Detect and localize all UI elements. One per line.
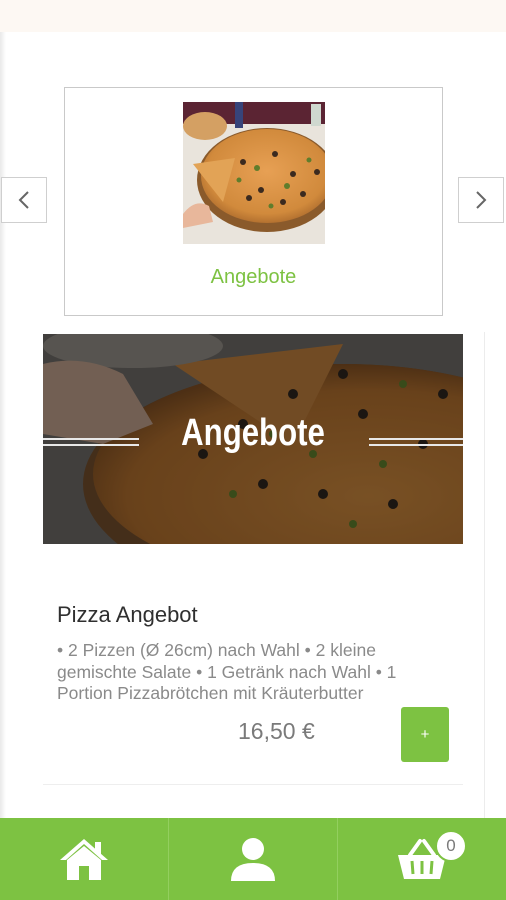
slider-prev-button[interactable] (1, 177, 47, 223)
banner-title: Angebote (181, 412, 325, 454)
chevron-right-icon (476, 191, 487, 209)
item-description: • 2 Pizzen (Ø 26cm) nach Wahl • 2 kleine… (57, 640, 397, 703)
category-banner: Angebote (43, 334, 463, 544)
chevron-left-icon (18, 191, 29, 209)
item-name: Pizza Angebot (57, 602, 198, 627)
left-shadow-edge (0, 32, 6, 818)
item-price: 16,50 € (238, 718, 315, 744)
cart-count-badge: 0 (435, 830, 467, 862)
nav-tab-cart[interactable] (337, 818, 506, 900)
home-icon (60, 839, 108, 880)
nav-tab-account[interactable] (168, 818, 337, 900)
nav-tab-home[interactable] (0, 818, 168, 900)
slider-next-button[interactable] (458, 177, 504, 223)
user-icon (231, 838, 275, 881)
content-edge-line (484, 332, 485, 818)
category-label: Angebote (210, 266, 297, 288)
top-bar (0, 0, 506, 32)
category-card-angebote[interactable]: Angebote (64, 87, 443, 316)
add-to-cart-button[interactable]: + (401, 707, 449, 762)
category-thumbnail (183, 102, 325, 244)
bottom-nav (0, 818, 506, 900)
item-divider (43, 784, 463, 785)
